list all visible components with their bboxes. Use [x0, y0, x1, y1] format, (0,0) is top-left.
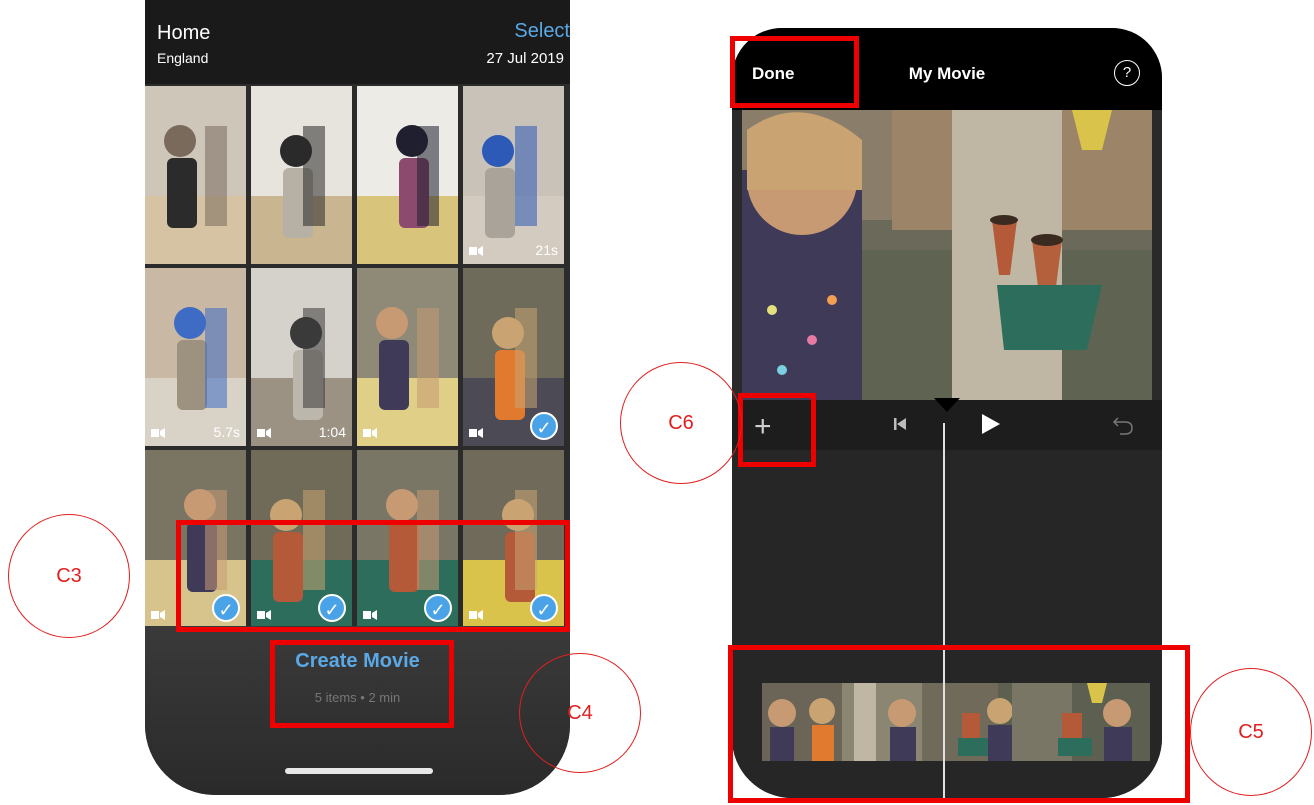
playhead-marker-icon [934, 398, 960, 412]
video-duration: 21s [535, 242, 558, 258]
photo-tile[interactable]: 5.7s [145, 268, 246, 446]
play-icon[interactable] [980, 412, 1002, 436]
photo-tile[interactable]: 21s [463, 86, 564, 264]
annotation-box-done [730, 36, 859, 108]
album-title: Home [157, 22, 211, 44]
annotation-box-c6 [738, 393, 816, 467]
home-indicator [285, 768, 433, 774]
photo-tile[interactable] [145, 86, 246, 264]
photo-tile[interactable] [357, 268, 458, 446]
photo-tile[interactable] [357, 86, 458, 264]
album-date: 27 Jul 2019 [486, 50, 564, 67]
annotation-label-c3: C3 [8, 514, 130, 638]
video-duration: 5.7s [213, 424, 240, 440]
video-camera-icon [469, 244, 483, 256]
checkmark-icon[interactable]: ✓ [530, 412, 558, 440]
help-icon[interactable]: ? [1114, 60, 1140, 86]
photo-tile[interactable]: 1:04 [251, 268, 352, 446]
annotation-box-c3 [176, 520, 570, 632]
photo-tile[interactable]: ✓ [463, 268, 564, 446]
video-preview [742, 110, 1152, 400]
annotation-label-c4: C4 [519, 653, 641, 773]
annotation-box-c4 [270, 640, 454, 728]
video-camera-icon [257, 426, 271, 438]
select-button[interactable]: Select [514, 20, 570, 43]
video-camera-icon [151, 426, 165, 438]
undo-icon[interactable] [1112, 414, 1134, 436]
picker-header: Home England Select 27 Jul 2019 [145, 0, 570, 84]
video-duration: 1:04 [318, 424, 346, 440]
skip-back-icon[interactable] [892, 416, 908, 432]
video-camera-icon [469, 426, 483, 438]
annotation-label-c5: C5 [1190, 668, 1312, 796]
photo-tile[interactable] [251, 86, 352, 264]
video-camera-icon [151, 608, 165, 620]
album-location: England [157, 50, 209, 66]
video-camera-icon [363, 426, 377, 438]
annotation-label-c6: C6 [620, 362, 742, 484]
annotation-box-c5 [728, 645, 1190, 803]
